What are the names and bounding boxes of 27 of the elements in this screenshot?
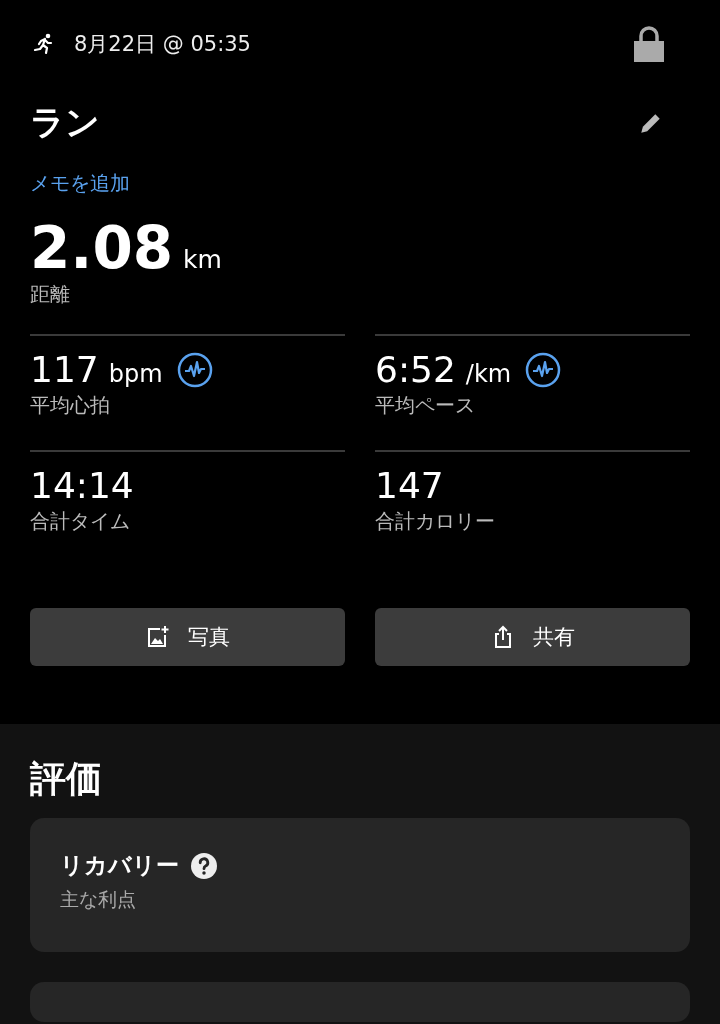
metric-unit: /km bbox=[465, 360, 512, 388]
metric-label: 平均ペース bbox=[375, 392, 475, 419]
metric-label: 合計カロリー bbox=[375, 508, 495, 535]
card-title: リカバリー bbox=[60, 851, 179, 880]
lock-icon[interactable] bbox=[633, 26, 665, 62]
activity-title: ラン bbox=[30, 101, 100, 144]
share-button[interactable]: 共有 bbox=[375, 608, 690, 666]
metric-value: 147 bbox=[375, 464, 444, 508]
add-note-link[interactable]: メモを追加 bbox=[30, 170, 130, 197]
card-subtitle: 主な利点 bbox=[60, 887, 136, 912]
metric-unit: bpm bbox=[108, 360, 163, 388]
metric-value: 14:14 bbox=[30, 464, 134, 508]
distance-value: 2.08 bbox=[30, 215, 174, 281]
section-title: 評価 bbox=[30, 757, 102, 801]
distance-unit: km bbox=[183, 245, 222, 274]
waveform-icon[interactable] bbox=[525, 352, 562, 388]
metric-value: 117 bbox=[30, 348, 99, 392]
metric-value: 6:52 bbox=[375, 348, 456, 392]
add-photo-icon bbox=[145, 625, 170, 649]
help-icon[interactable] bbox=[191, 852, 217, 879]
metric-label: 合計タイム bbox=[30, 508, 130, 535]
photo-button[interactable]: 写真 bbox=[30, 608, 345, 666]
metric-label: 平均心拍 bbox=[30, 392, 110, 419]
activity-date: 8月22日 @ 05:35 bbox=[74, 31, 252, 58]
evaluation-card[interactable]: リカバリー 主な利点 bbox=[30, 818, 690, 952]
waveform-icon[interactable] bbox=[176, 352, 213, 388]
distance-label: 距離 bbox=[30, 281, 70, 308]
